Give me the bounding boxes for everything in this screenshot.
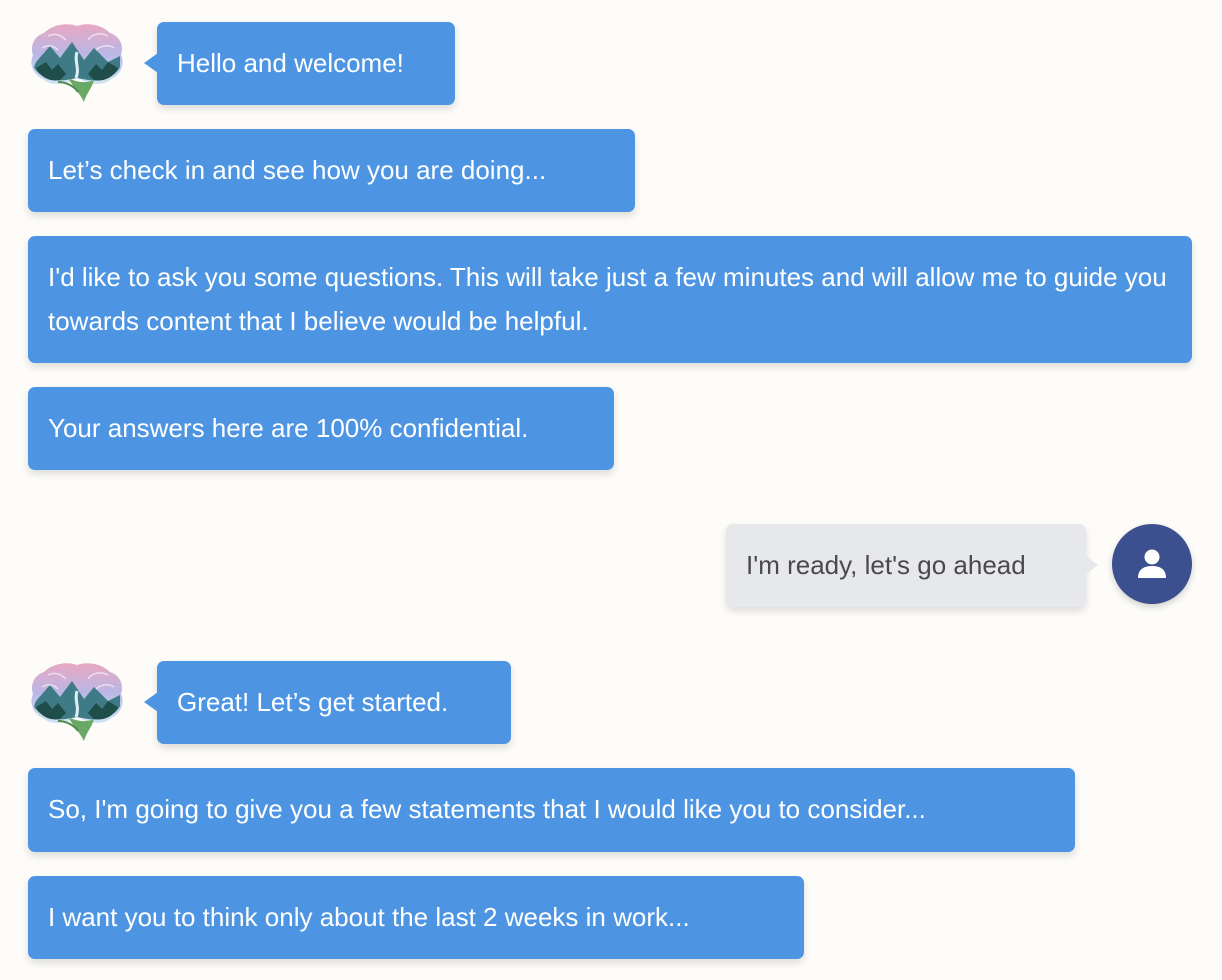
message-text: Hello and welcome! <box>177 48 404 78</box>
bot-message-bubble: I want you to think only about the last … <box>28 876 804 959</box>
bot-message-bubble: Let’s check in and see how you are doing… <box>28 129 635 212</box>
bot-message-bubble: Hello and welcome! <box>144 22 455 105</box>
message-text: I'm ready, let's go ahead <box>746 550 1026 580</box>
user-message-bubble: I'm ready, let's go ahead <box>726 524 1098 607</box>
bot-message-bubble: So, I'm going to give you a few statemen… <box>28 768 1075 852</box>
bot-avatar-icon <box>28 661 126 743</box>
message-text: Let’s check in and see how you are doing… <box>48 155 547 185</box>
message-text: Your answers here are 100% confidential. <box>48 413 529 443</box>
bot-avatar-icon <box>28 22 126 104</box>
user-avatar <box>1112 524 1192 604</box>
message-text: I'd like to ask you some questions. This… <box>48 262 1167 336</box>
message-text: So, I'm going to give you a few statemen… <box>48 794 926 824</box>
person-icon <box>1138 549 1166 578</box>
message-text: Great! Let’s get started. <box>177 687 449 717</box>
bot-message-bubble: Great! Let’s get started. <box>144 661 511 744</box>
bot-message-bubble: Your answers here are 100% confidential. <box>28 387 614 470</box>
message-text: I want you to think only about the last … <box>48 902 690 932</box>
chat-thread: Hello and welcome! Let’s check in and se… <box>0 0 1222 980</box>
bot-message-bubble: I'd like to ask you some questions. This… <box>28 236 1192 363</box>
